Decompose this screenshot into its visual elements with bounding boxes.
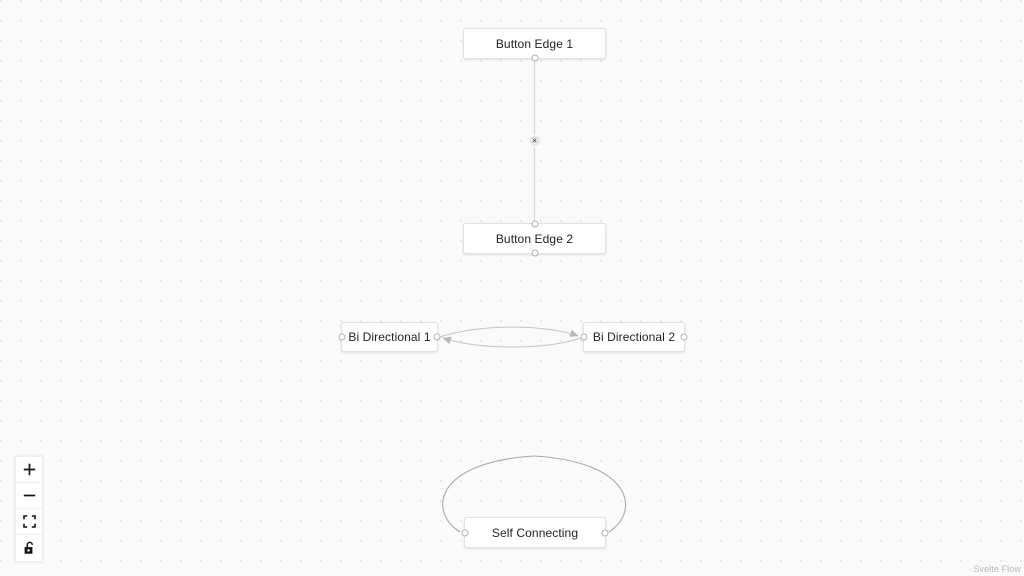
- edge-delete-button[interactable]: ×: [528, 134, 541, 148]
- zoom-in-button[interactable]: [16, 457, 42, 483]
- node-bi-directional-2[interactable]: Bi Directional 2: [580, 322, 688, 352]
- handle-right[interactable]: [601, 529, 609, 536]
- attribution-link[interactable]: Svelte Flow: [973, 564, 1021, 574]
- edge-layer: [439, 59, 627, 533]
- unlock-icon: [23, 541, 36, 555]
- flow-canvas[interactable]: Button Edge 1 × Button Edge 2 Bi Directi…: [0, 0, 1024, 576]
- handle-bottom[interactable]: [531, 249, 538, 257]
- controls-panel[interactable]: [15, 456, 43, 562]
- handle-right[interactable]: [433, 333, 441, 341]
- node-button-edge-2[interactable]: Button Edge 2: [463, 220, 606, 257]
- fit-view-button[interactable]: [16, 509, 42, 535]
- node-label: Button Edge 1: [495, 36, 574, 51]
- plus-icon: [23, 463, 36, 476]
- edge-bidirectional-forward[interactable]: [439, 326, 579, 338]
- handle-left[interactable]: [580, 333, 588, 341]
- node-label: Bi Directional 1: [348, 330, 431, 344]
- minus-icon: [23, 489, 36, 502]
- fit-view-icon: [22, 515, 36, 528]
- node-bi-directional-1[interactable]: Bi Directional 1: [338, 322, 441, 352]
- node-label: Bi Directional 2: [592, 330, 676, 344]
- handle-right[interactable]: [680, 333, 688, 341]
- zoom-out-button[interactable]: [16, 483, 42, 509]
- handle-bottom[interactable]: [531, 54, 538, 62]
- edge-bidirectional-reverse[interactable]: [442, 336, 582, 348]
- node-button-edge-1[interactable]: Button Edge 1: [463, 28, 606, 62]
- handle-left[interactable]: [338, 333, 346, 341]
- handle-left[interactable]: [461, 529, 469, 536]
- handle-top[interactable]: [531, 220, 538, 228]
- node-label: Self Connecting: [491, 525, 579, 540]
- node-self-connecting[interactable]: Self Connecting: [461, 517, 609, 548]
- toggle-interactivity-button[interactable]: [16, 535, 42, 561]
- node-label: Button Edge 2: [495, 231, 574, 246]
